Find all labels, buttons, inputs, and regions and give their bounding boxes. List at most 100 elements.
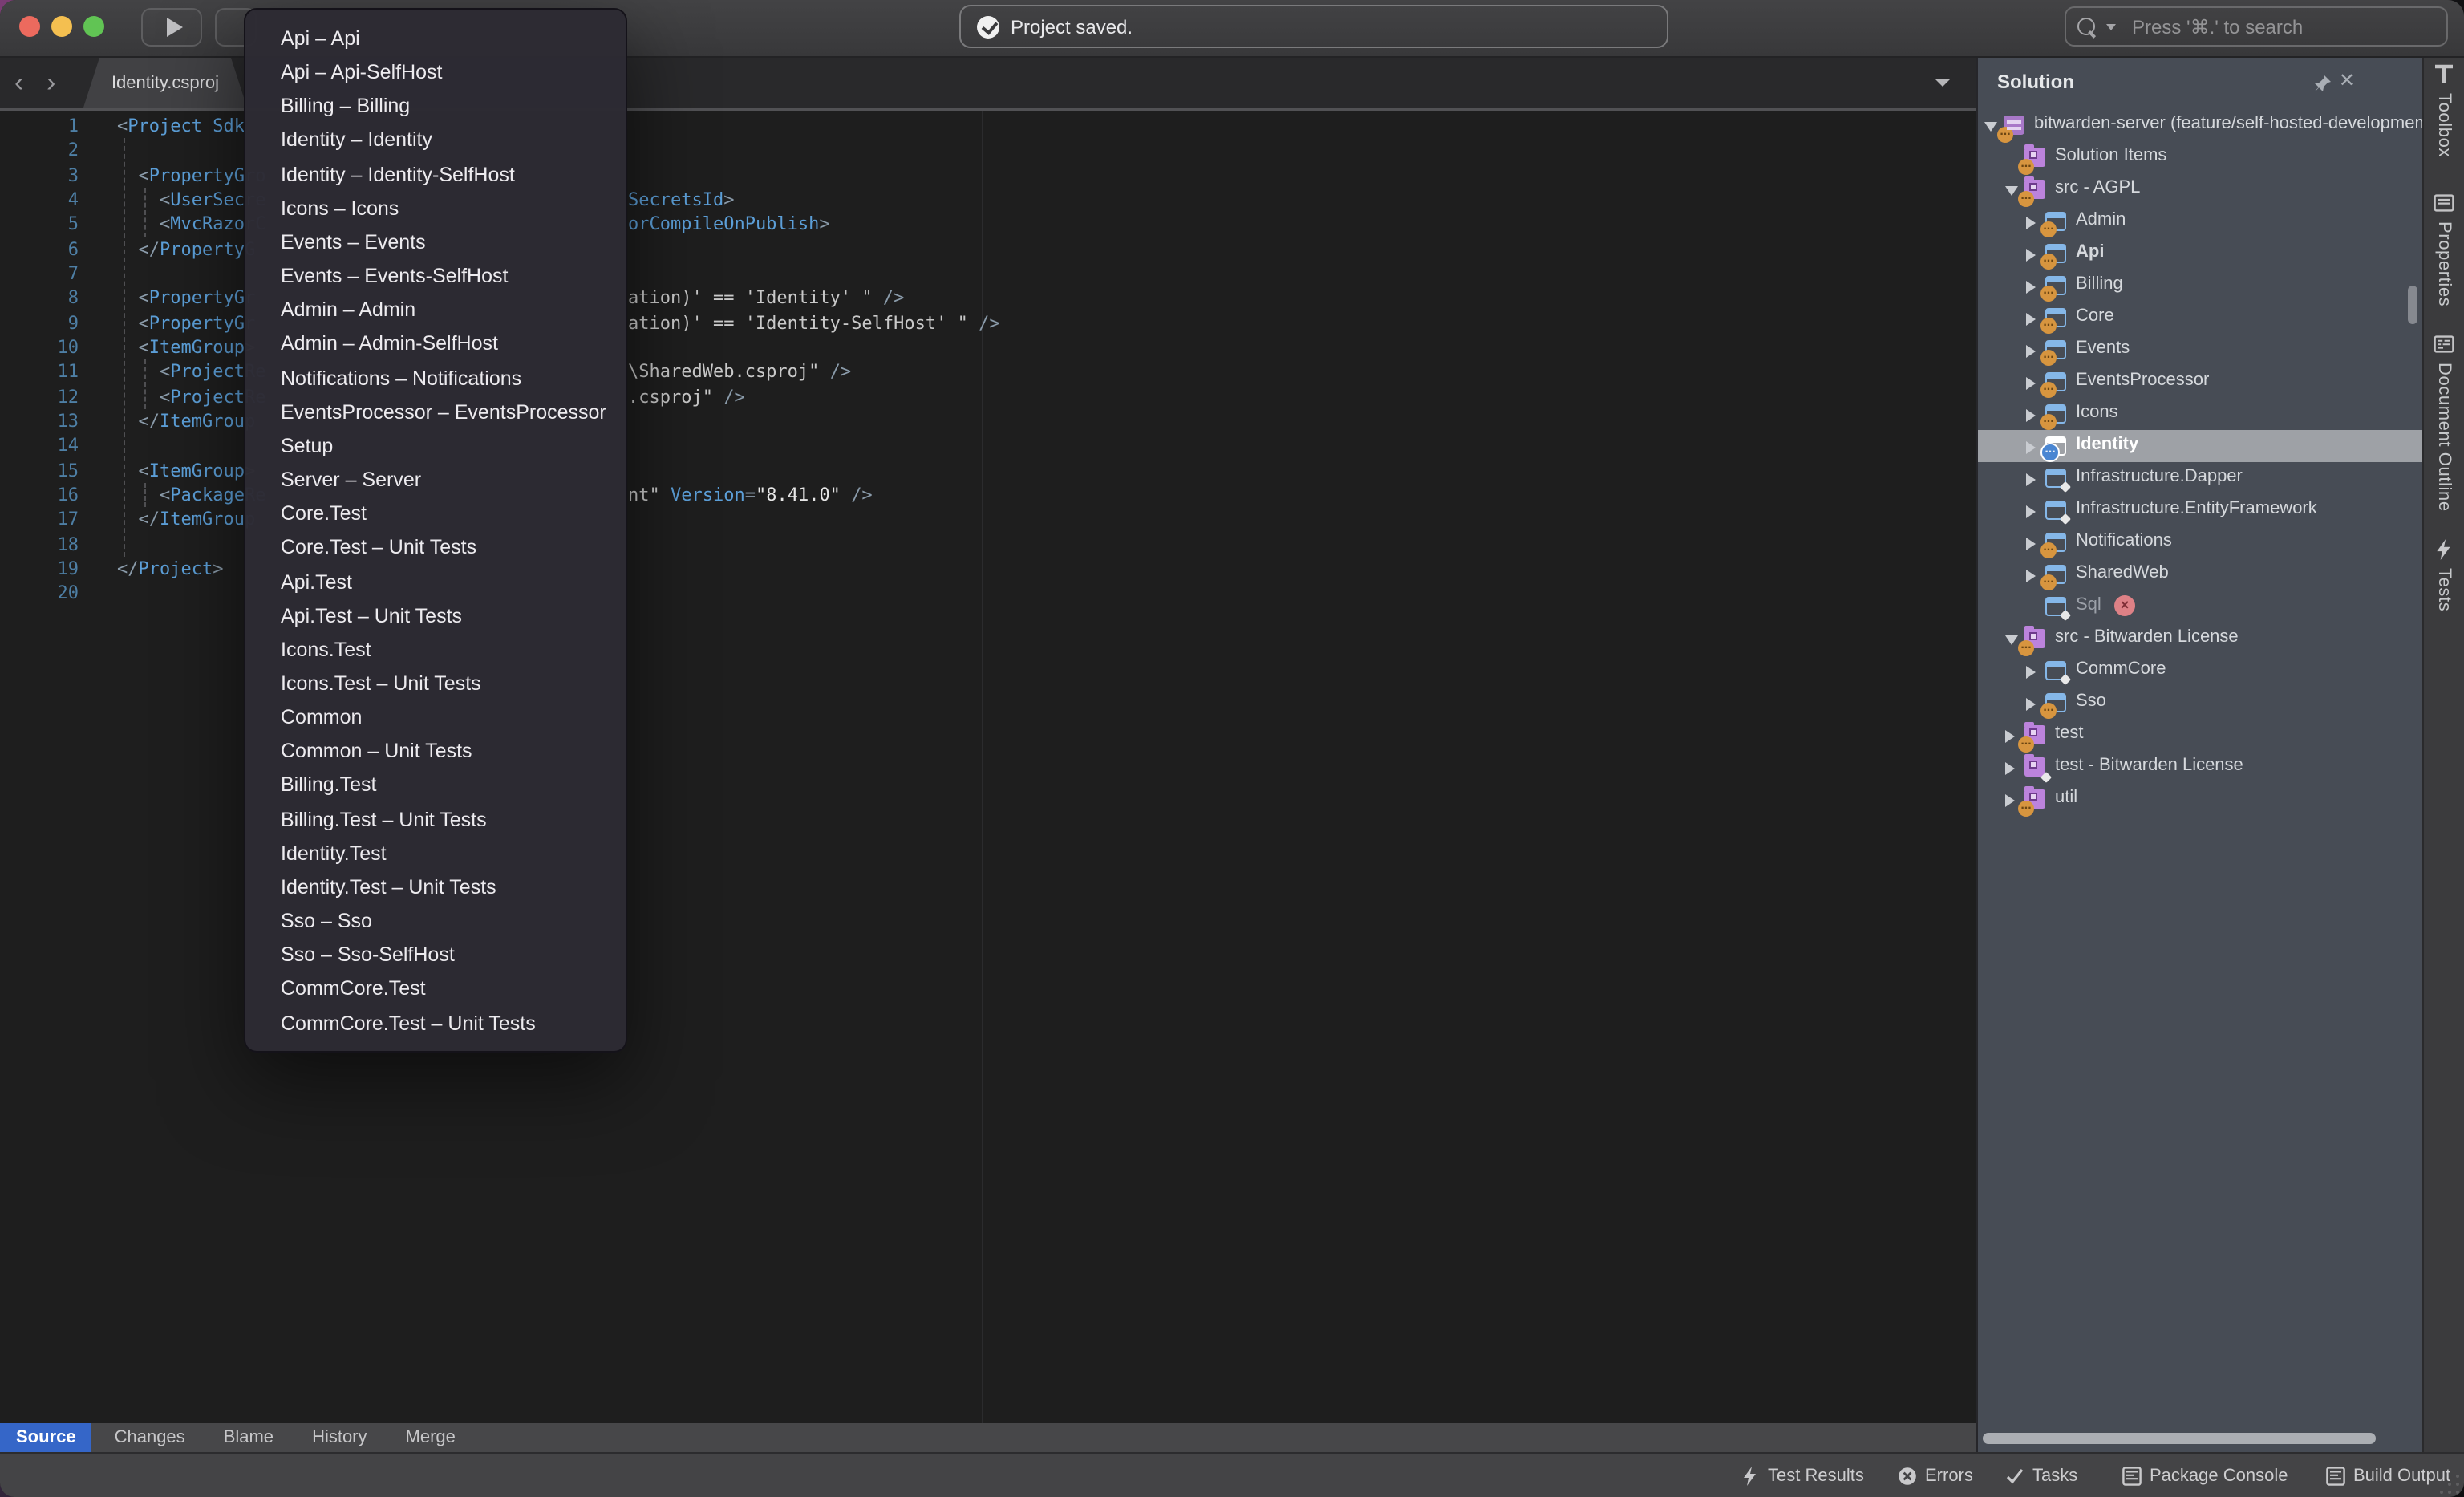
tree-row-test-bitwarden-license[interactable]: test - Bitwarden License [1978,751,2422,783]
traffic-light-minimize[interactable] [51,16,72,37]
run-config-menu-item[interactable]: Setup [245,430,626,464]
chevron-collapsed-icon[interactable] [2026,665,2036,678]
side-tab-toolbox[interactable]: Toolbox [2424,64,2464,157]
status-test-results[interactable]: Test Results [1741,1454,1864,1497]
close-icon[interactable]: ✕ [2339,69,2355,91]
run-config-menu-item[interactable]: Server – Server [245,464,626,497]
run-config-menu-item[interactable]: Api.Test [245,566,626,599]
chevron-collapsed-icon[interactable] [2026,440,2036,453]
tree-row-eventsprocessor[interactable]: ...EventsProcessor [1978,366,2422,398]
run-config-menu-item[interactable]: Common [245,701,626,735]
tree-row-notifications[interactable]: ...Notifications [1978,526,2422,558]
tab-overflow-dropdown-icon[interactable] [1935,79,1951,87]
chevron-collapsed-icon[interactable] [2026,473,2036,485]
vc-tab-merge[interactable]: Merge [390,1423,472,1452]
run-config-menu-item[interactable]: Icons – Icons [245,193,626,226]
chevron-collapsed-icon[interactable] [2026,376,2036,389]
chevron-collapsed-icon[interactable] [2026,697,2036,710]
tree-row-core[interactable]: ...Core [1978,302,2422,334]
vc-tab-source[interactable]: Source [0,1423,92,1452]
chevron-collapsed-icon[interactable] [2005,761,2015,774]
run-config-menu-item[interactable]: Events – Events [245,226,626,260]
run-config-menu-item[interactable]: Admin – Admin [245,294,626,328]
tree-row-sql[interactable]: Sql× [1978,590,2422,623]
tree-row-src-agpl[interactable]: ...src - AGPL [1978,173,2422,205]
tree-row-api[interactable]: ...Api [1978,237,2422,270]
tree-row-commcore[interactable]: CommCore [1978,655,2422,687]
tree-row-solution-items[interactable]: ...Solution Items [1978,141,2422,173]
run-config-menu-item[interactable]: Icons.Test [245,634,626,667]
chevron-collapsed-icon[interactable] [2026,537,2036,550]
run-config-menu-item[interactable]: Sso – Sso [245,905,626,939]
run-config-menu-item[interactable]: CommCore.Test – Unit Tests [245,1007,626,1041]
tree-row-events[interactable]: ...Events [1978,334,2422,366]
run-config-menu-item[interactable]: Billing.Test [245,769,626,803]
chevron-collapsed-icon[interactable] [2026,408,2036,421]
tree-row-sso[interactable]: ...Sso [1978,687,2422,719]
run-config-menu-item[interactable]: CommCore.Test [245,973,626,1007]
run-config-menu-item[interactable]: Billing – Billing [245,91,626,124]
chevron-collapsed-icon[interactable] [2005,729,2015,742]
run-config-menu-item[interactable]: Identity – Identity-SelfHost [245,158,626,192]
chevron-collapsed-icon[interactable] [2026,312,2036,325]
tree-row-admin[interactable]: ...Admin [1978,205,2422,237]
run-config-menu-item[interactable]: Core.Test [245,497,626,531]
run-config-menu-item[interactable]: Common – Unit Tests [245,736,626,769]
chevron-collapsed-icon[interactable] [2026,505,2036,517]
run-config-menu-item[interactable]: Identity.Test [245,838,626,871]
nav-forward-button[interactable]: › [47,58,55,108]
nav-back-button[interactable]: ‹ [14,58,23,108]
run-config-menu-item[interactable]: Identity.Test – Unit Tests [245,871,626,905]
side-tab-tests[interactable]: Tests [2424,539,2464,611]
chevron-expanded-icon[interactable] [2005,635,2018,645]
side-tab-document-outline[interactable]: Document Outline [2424,334,2464,512]
tree-row-infrastructure-entityframework[interactable]: Infrastructure.EntityFramework [1978,494,2422,526]
resize-grip[interactable] [2437,1475,2459,1494]
global-search-field[interactable] [2065,6,2448,47]
traffic-light-close[interactable] [19,16,40,37]
status-errors[interactable]: Errors [1898,1454,1973,1497]
status-build-output[interactable]: Build Output [2326,1454,2450,1497]
status-package-console[interactable]: Package Console [2122,1454,2288,1497]
vc-tab-blame[interactable]: Blame [208,1423,290,1452]
run-config-menu-item[interactable]: Events – Events-SelfHost [245,260,626,294]
chevron-collapsed-icon[interactable] [2026,280,2036,293]
search-input[interactable] [2129,14,2408,39]
tree-row-sharedweb[interactable]: ...SharedWeb [1978,558,2422,590]
run-config-menu-item[interactable]: Api – Api [245,22,626,56]
tree-row-util[interactable]: ...util [1978,783,2422,815]
tree-row-src-bitwarden-license[interactable]: ...src - Bitwarden License [1978,623,2422,655]
run-config-menu-item[interactable]: Admin – Admin-SelfHost [245,328,626,362]
run-button[interactable] [141,8,202,47]
traffic-light-zoom[interactable] [83,16,104,37]
tab-identity-csproj[interactable]: Identity.csproj [83,58,247,108]
chevron-collapsed-icon[interactable] [2026,569,2036,582]
run-config-menu-item[interactable]: Api – Api-SelfHost [245,56,626,90]
chevron-collapsed-icon[interactable] [2026,344,2036,357]
run-config-menu-item[interactable]: Icons.Test – Unit Tests [245,667,626,701]
run-config-menu-item[interactable]: Core.Test – Unit Tests [245,532,626,566]
run-config-menu-item[interactable]: Sso – Sso-SelfHost [245,939,626,972]
vc-tab-history[interactable]: History [296,1423,383,1452]
run-config-menu-item[interactable]: Notifications – Notifications [245,362,626,396]
panel-horizontal-scrollbar[interactable] [1983,1433,2376,1444]
run-config-menu-item[interactable]: Billing.Test – Unit Tests [245,803,626,837]
chevron-collapsed-icon[interactable] [2026,216,2036,229]
vc-tab-changes[interactable]: Changes [99,1423,201,1452]
tree-row-test[interactable]: ...test [1978,719,2422,751]
chevron-collapsed-icon[interactable] [2005,793,2015,806]
chevron-collapsed-icon[interactable] [2026,248,2036,261]
tree-row-infrastructure-dapper[interactable]: Infrastructure.Dapper [1978,462,2422,494]
tree-row-identity[interactable]: ...Identity [1978,430,2422,462]
run-config-menu-item[interactable]: EventsProcessor – EventsProcessor [245,396,626,429]
run-config-menu-item[interactable]: Api.Test – Unit Tests [245,599,626,633]
side-tab-properties[interactable]: Properties [2424,193,2464,306]
tree-row-billing[interactable]: ...Billing [1978,270,2422,302]
tree-row-icons[interactable]: ...Icons [1978,398,2422,430]
status-tasks[interactable]: Tasks [2005,1454,2077,1497]
tree-row-bitwarden-server-feature-self-hosted-development[interactable]: ...bitwarden-server (feature/self-hosted… [1978,109,2422,141]
chevron-expanded-icon[interactable] [2005,186,2018,196]
panel-vertical-scrollbar[interactable] [2408,286,2417,324]
run-config-menu-item[interactable]: Identity – Identity [245,124,626,158]
chevron-expanded-icon[interactable] [1984,122,1997,132]
